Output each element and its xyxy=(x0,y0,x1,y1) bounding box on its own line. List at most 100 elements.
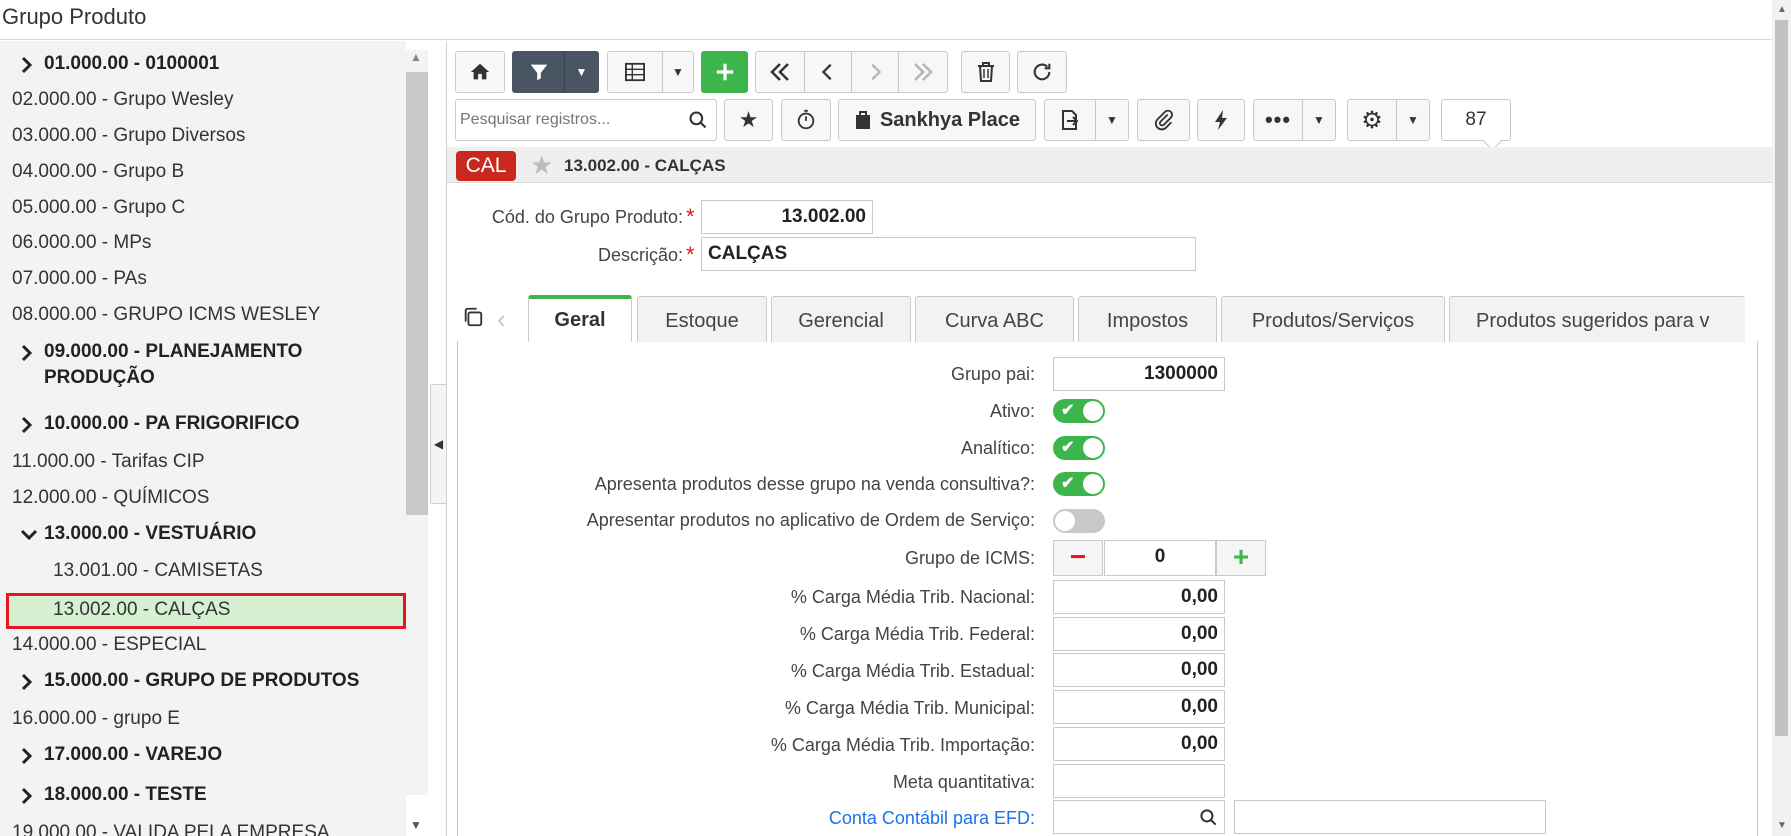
conta-contabil-field[interactable] xyxy=(1053,800,1225,834)
icms-field[interactable]: 0 xyxy=(1104,540,1216,576)
tree-scroll-up-icon[interactable]: ▲ xyxy=(410,50,422,64)
tree-group-item[interactable]: 09.000.00 - PLANEJAMENTO PRODUÇÃO xyxy=(0,341,398,397)
tree-item[interactable]: 12.000.00 - QUÍMICOS xyxy=(0,487,398,517)
search-input[interactable] xyxy=(458,102,684,138)
sankhya-place-button[interactable]: Sankhya Place xyxy=(838,99,1036,141)
copy-icon[interactable] xyxy=(462,306,484,333)
more-options-dropdown-button[interactable]: ▼ xyxy=(1302,99,1336,141)
actions-button[interactable] xyxy=(1197,99,1245,141)
search-icon[interactable] xyxy=(1199,808,1218,827)
tree-item[interactable]: 04.000.00 - Grupo B xyxy=(0,161,398,191)
conta-contabil-link[interactable]: Conta Contábil para EFD: xyxy=(500,808,1035,829)
settings-button[interactable]: ⚙ xyxy=(1347,99,1397,141)
filter-button[interactable] xyxy=(512,51,565,93)
tree-group-item[interactable]: 13.000.00 - VESTUÁRIO xyxy=(0,523,398,553)
carga-importacao-field[interactable]: 0,00 xyxy=(1053,727,1225,761)
tree-group-item[interactable]: 17.000.00 - VAREJO xyxy=(0,744,398,774)
tab-curva-abc[interactable]: Curva ABC xyxy=(915,296,1074,342)
add-record-button[interactable] xyxy=(701,51,748,93)
timer-button[interactable] xyxy=(781,99,831,141)
carga-municipal-label: % Carga Média Trib. Municipal: xyxy=(784,698,1035,718)
tree-group-item[interactable]: 01.000.00 - 0100001 xyxy=(0,53,398,83)
analitico-toggle[interactable]: ✔ xyxy=(1053,436,1105,460)
venda-consultiva-toggle[interactable]: ✔ xyxy=(1053,472,1105,496)
tree-item[interactable]: 06.000.00 - MPs xyxy=(0,232,398,262)
tree-group-item[interactable]: 18.000.00 - TESTE xyxy=(0,784,398,814)
more-options-button[interactable]: ••• xyxy=(1253,99,1303,141)
favorite-star-icon[interactable]: ★ xyxy=(530,151,553,179)
tree-item[interactable]: 13.001.00 - CAMISETAS xyxy=(0,560,398,590)
tab-estoque[interactable]: Estoque xyxy=(637,296,767,342)
chevron-right-icon[interactable] xyxy=(20,787,34,810)
ativo-toggle[interactable]: ✔ xyxy=(1053,399,1105,423)
tree-item[interactable]: 08.000.00 - GRUPO ICMS WESLEY xyxy=(0,304,398,334)
collapse-panel-button[interactable]: ◀ xyxy=(430,384,447,504)
chevron-down-icon[interactable] xyxy=(20,526,38,549)
tree-item[interactable]: 19.000.00 - VALIDA PELA EMPRESA xyxy=(0,822,398,836)
tab-geral[interactable]: Geral xyxy=(528,295,632,342)
tab-gerencial[interactable]: Gerencial xyxy=(771,296,911,342)
carga-municipal-field[interactable]: 0,00 xyxy=(1053,690,1225,724)
next-record-button[interactable] xyxy=(851,51,899,93)
refresh-button[interactable] xyxy=(1017,51,1067,93)
ordem-servico-toggle[interactable] xyxy=(1053,509,1105,533)
tree-scrollbar-thumb[interactable] xyxy=(406,72,428,515)
meta-field[interactable] xyxy=(1053,764,1225,798)
tree-item-label: 05.000.00 - Grupo C xyxy=(12,197,186,218)
code-label: Cód. do Grupo Produto: xyxy=(491,207,683,227)
tree-scroll-down-icon[interactable]: ▼ xyxy=(410,818,422,832)
grupo-pai-field[interactable]: 1300000 xyxy=(1053,357,1225,391)
icms-increment-button[interactable]: + xyxy=(1216,540,1266,576)
chevron-right-icon[interactable] xyxy=(20,673,34,696)
next-icon xyxy=(871,63,882,81)
tree-group-item[interactable]: 15.000.00 - GRUPO DE PRODUTOS xyxy=(0,670,398,700)
tree-item[interactable]: 03.000.00 - Grupo Diversos xyxy=(0,125,398,155)
page-scrollbar-thumb[interactable] xyxy=(1775,20,1788,736)
chevron-right-icon[interactable] xyxy=(20,344,34,367)
carga-federal-field[interactable]: 0,00 xyxy=(1053,617,1225,651)
record-count-badge: 87 xyxy=(1441,99,1511,141)
tree-item-label: 08.000.00 - GRUPO ICMS WESLEY xyxy=(12,304,321,325)
carga-estadual-field[interactable]: 0,00 xyxy=(1053,653,1225,687)
tree-item[interactable]: 02.000.00 - Grupo Wesley xyxy=(0,89,398,119)
code-field[interactable]: 13.002.00 xyxy=(701,200,873,234)
description-field[interactable]: CALÇAS xyxy=(701,237,1196,271)
tree-item-label: 14.000.00 - ESPECIAL xyxy=(12,634,207,655)
previous-record-button[interactable] xyxy=(804,51,852,93)
favorites-button[interactable]: ★ xyxy=(724,99,773,141)
last-record-button[interactable] xyxy=(898,51,948,93)
home-button[interactable] xyxy=(455,51,505,93)
tree-item[interactable]: 05.000.00 - Grupo C xyxy=(0,197,398,227)
attachments-button[interactable] xyxy=(1137,99,1190,141)
tree-item[interactable]: 13.002.00 - CALÇAS xyxy=(6,593,406,629)
grid-view-button[interactable] xyxy=(607,51,663,93)
page-scroll-down-icon[interactable]: ▼ xyxy=(1777,820,1787,831)
tab-produtos-sugeridos-para-v[interactable]: Produtos sugeridos para v xyxy=(1449,296,1745,342)
chevron-right-icon[interactable] xyxy=(20,56,34,79)
conta-contabil-description-field[interactable] xyxy=(1234,800,1546,834)
tree-item[interactable]: 16.000.00 - grupo E xyxy=(0,708,398,738)
icms-decrement-button[interactable]: − xyxy=(1053,540,1103,576)
tree-item[interactable]: 07.000.00 - PAs xyxy=(0,268,398,298)
export-button[interactable] xyxy=(1044,99,1096,141)
search-icon[interactable] xyxy=(688,110,708,130)
tree-item[interactable]: 14.000.00 - ESPECIAL xyxy=(0,634,398,664)
delete-button[interactable] xyxy=(961,51,1010,93)
chevron-right-icon[interactable] xyxy=(20,416,34,439)
chevron-right-icon[interactable] xyxy=(20,747,34,770)
grid-view-dropdown-button[interactable]: ▼ xyxy=(662,51,694,93)
tree-group-item[interactable]: 10.000.00 - PA FRIGORIFICO xyxy=(0,413,398,443)
export-dropdown-button[interactable]: ▼ xyxy=(1095,99,1129,141)
carga-nacional-field[interactable]: 0,00 xyxy=(1053,580,1225,614)
tree-item-label: 17.000.00 - VAREJO xyxy=(44,744,223,765)
record-title: 13.002.00 - CALÇAS xyxy=(564,156,726,175)
filter-dropdown-button[interactable]: ▼ xyxy=(564,51,599,93)
tabs-scroll-left-icon[interactable]: ‹ xyxy=(497,304,506,335)
tab-produtos-servi-os[interactable]: Produtos/Serviços xyxy=(1221,296,1445,342)
first-record-button[interactable] xyxy=(755,51,805,93)
settings-dropdown-button[interactable]: ▼ xyxy=(1396,99,1430,141)
page-scroll-up-icon[interactable]: ▲ xyxy=(1777,4,1787,15)
tree-item[interactable]: 11.000.00 - Tarifas CIP xyxy=(0,451,398,481)
tab-impostos[interactable]: Impostos xyxy=(1078,296,1217,342)
tree-item-label: 13.000.00 - VESTUÁRIO xyxy=(44,523,257,544)
